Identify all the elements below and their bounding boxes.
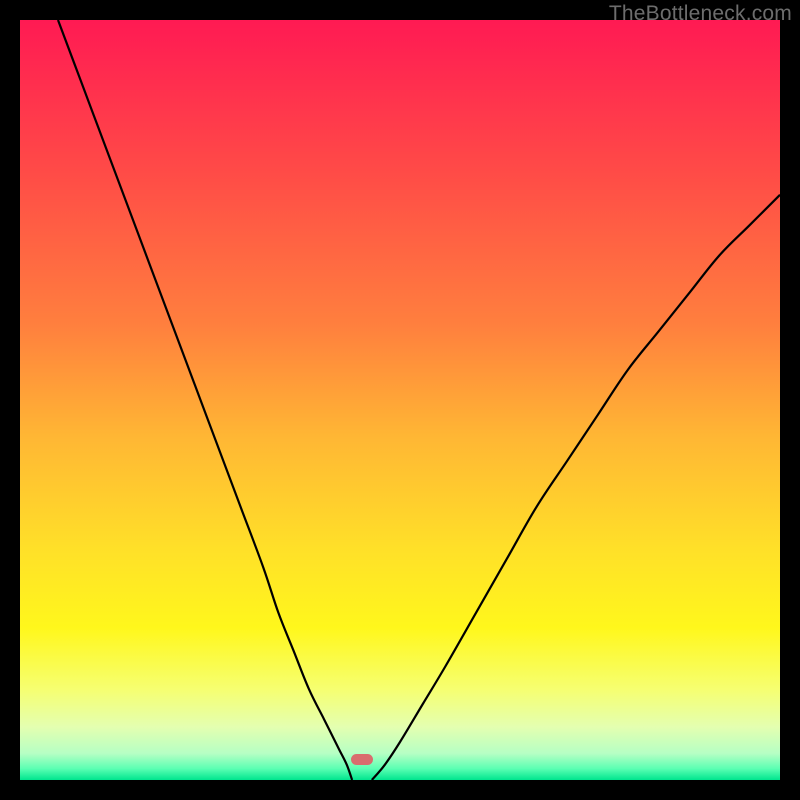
- watermark-text: TheBottleneck.com: [609, 2, 792, 26]
- chart-frame: [20, 20, 780, 780]
- bottleneck-curve-chart: [20, 20, 780, 780]
- optimal-point-marker: [351, 754, 374, 765]
- gradient-background: [20, 20, 780, 780]
